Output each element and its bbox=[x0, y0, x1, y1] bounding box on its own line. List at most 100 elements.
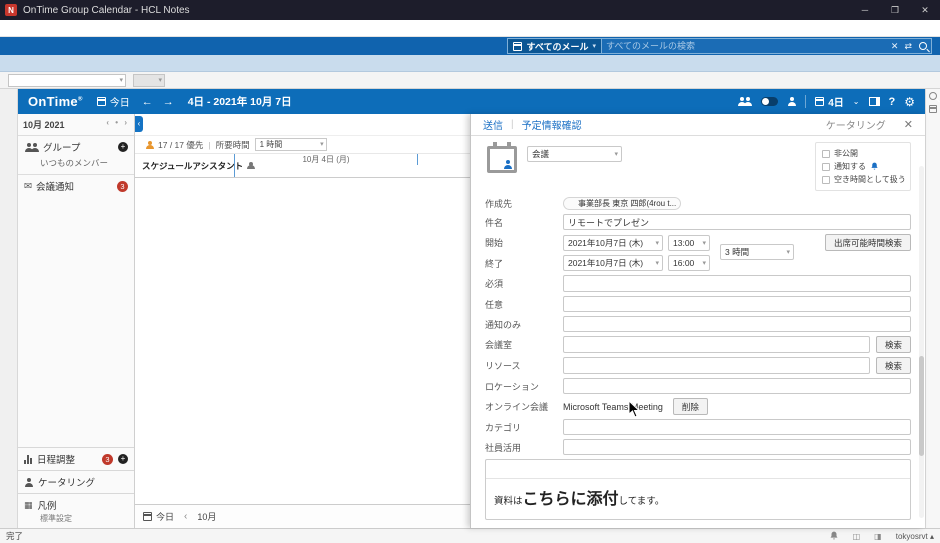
location-input[interactable] bbox=[563, 378, 911, 394]
duration-select[interactable]: 1 時間 bbox=[254, 138, 327, 151]
mail-scope-icon bbox=[513, 41, 523, 51]
body-editor: 資料はこちらに添付してます。 bbox=[485, 459, 911, 520]
editor-body[interactable]: 資料はこちらに添付してます。 bbox=[486, 479, 910, 519]
search-scope-label: すべてのメール bbox=[526, 41, 589, 52]
legend-icon: ▦ bbox=[24, 499, 33, 510]
schedule-header: スケジュールアシスタント 10月 4日 (月) bbox=[135, 154, 470, 178]
created-by-chip[interactable]: 事業部長 東京 四郎(4rou t... bbox=[563, 197, 682, 210]
search-icon[interactable] bbox=[929, 92, 937, 100]
bell-icon[interactable] bbox=[829, 531, 839, 541]
send-button[interactable]: 送信 bbox=[483, 117, 503, 132]
prev-arrow[interactable]: ← bbox=[142, 96, 153, 108]
category-input[interactable] bbox=[563, 419, 911, 435]
collapse-sidebar-button[interactable]: ‹ bbox=[135, 116, 143, 132]
person-count-icon bbox=[145, 140, 154, 149]
window-mode-icon[interactable]: ◫ bbox=[853, 532, 861, 541]
ontime-header: OnTime® 今日 ← → 4日 - 2021年 10月 7日 4日 ⌄ ? … bbox=[18, 89, 925, 114]
end-time-select[interactable]: 16:00 bbox=[668, 255, 710, 271]
subject-input[interactable] bbox=[563, 214, 911, 230]
find-time-button[interactable]: 出席可能時間検索 bbox=[824, 234, 911, 251]
add-scheduling-button[interactable]: + bbox=[118, 454, 128, 464]
mini-cal-title: 10月 2021 bbox=[23, 120, 65, 130]
panel-title: ケータリング bbox=[825, 121, 886, 132]
today-button[interactable]: 今日 bbox=[96, 94, 130, 109]
start-time-select[interactable]: 13:00 bbox=[668, 234, 710, 251]
window-titlebar: N OnTime Group Calendar - HCL Notes ─ ❐ … bbox=[0, 0, 940, 20]
legend-sub[interactable]: 標準設定 bbox=[24, 513, 128, 524]
format-toolbar bbox=[0, 72, 940, 89]
help-button[interactable]: ? bbox=[889, 96, 896, 108]
next-arrow[interactable]: → bbox=[163, 96, 174, 108]
catering-icon bbox=[24, 477, 33, 487]
mini-cal-nav[interactable]: ‹ • › bbox=[106, 118, 129, 131]
delete-online-button[interactable]: 削除 bbox=[672, 398, 708, 415]
maximize-button[interactable]: ❐ bbox=[880, 0, 910, 20]
close-panel-icon[interactable]: ✕ bbox=[904, 118, 913, 131]
tab-bar bbox=[0, 55, 940, 72]
sidebar: 10月 2021 ‹ • › グループ + いつものメンバー ✉ 会議通知 3 日程調整… bbox=[18, 114, 135, 528]
server-name[interactable]: tokyosrvt ▴ bbox=[896, 532, 934, 541]
required-attendees-field[interactable] bbox=[563, 275, 911, 292]
selection-bar: 17 / 17 優先 | 所要時間 1 時間 bbox=[135, 136, 470, 154]
free-time-checkbox[interactable] bbox=[822, 175, 830, 184]
search-scope-dropdown[interactable]: すべてのメール ▾ bbox=[507, 38, 602, 54]
view-selector[interactable]: 4日 bbox=[815, 94, 844, 109]
fyi-input[interactable] bbox=[563, 316, 911, 332]
gear-icon[interactable]: ⚙ bbox=[904, 95, 915, 109]
groups-title: グループ bbox=[43, 143, 81, 154]
right-icon-strip bbox=[925, 89, 940, 528]
panel-toggle-icon[interactable] bbox=[868, 97, 880, 106]
date-strip: 今日 ‹ 10月 bbox=[135, 504, 470, 528]
confirm-info-button[interactable]: 予定情報確認 bbox=[522, 117, 582, 132]
flags-box: 非公開 通知する 空き時間として扱う bbox=[815, 142, 911, 191]
custom-field-input[interactable] bbox=[563, 439, 911, 455]
status-text: 完了 bbox=[6, 531, 24, 541]
sidebar-item-scheduling[interactable]: 日程調整 3 + bbox=[18, 447, 134, 470]
close-button[interactable]: ✕ bbox=[910, 0, 940, 20]
event-type-select[interactable]: 会議 bbox=[527, 146, 622, 162]
rooms-field[interactable] bbox=[563, 336, 870, 353]
notify-checkbox[interactable] bbox=[822, 162, 830, 171]
chevron-down-icon[interactable]: ⌄ bbox=[853, 97, 860, 106]
people-icon[interactable] bbox=[737, 97, 752, 106]
sidebar-item-legend[interactable]: ▦ 凡例 標準設定 bbox=[18, 493, 134, 528]
private-checkbox[interactable] bbox=[822, 149, 830, 158]
resource-search-button[interactable]: 検索 bbox=[875, 357, 911, 374]
calendar-icon[interactable] bbox=[929, 105, 937, 113]
schedule-area: ‹ 17 / 17 優先 | 所要時間 1 時間 スケジュールアシスタント bbox=[135, 114, 470, 528]
bell-icon bbox=[871, 162, 878, 170]
window-mode-icon-2[interactable]: ◨ bbox=[874, 532, 882, 541]
selection-count: 17 / 17 優先 bbox=[158, 139, 204, 150]
ontime-logo: OnTime® bbox=[28, 94, 83, 109]
resources-field[interactable] bbox=[563, 357, 870, 374]
font-select[interactable] bbox=[8, 73, 126, 87]
month-label: 10月 bbox=[197, 512, 217, 522]
view-toggle[interactable] bbox=[761, 97, 779, 106]
swap-icon[interactable]: ⇄ bbox=[904, 41, 912, 52]
sidebar-item-catering[interactable]: ケータリング bbox=[18, 470, 134, 493]
chevron-down-icon: ▾ bbox=[592, 43, 596, 50]
group-icon bbox=[24, 142, 39, 152]
search-icon[interactable] bbox=[919, 42, 927, 50]
duration-label: 所要時間 bbox=[215, 139, 250, 150]
today-button[interactable]: 今日 bbox=[143, 510, 174, 523]
room-search-button[interactable]: 検索 bbox=[875, 336, 911, 353]
calendar-icon bbox=[815, 97, 825, 106]
prev-month-arrow[interactable]: ‹ bbox=[184, 511, 187, 522]
end-date-select[interactable]: 2021年10月7日 (木) bbox=[563, 255, 663, 271]
group-item[interactable]: いつものメンバー bbox=[24, 154, 128, 170]
mail-icon: ✉ bbox=[24, 180, 32, 192]
day-label: 10月 4日 (月) bbox=[235, 154, 418, 165]
add-group-button[interactable]: + bbox=[118, 142, 128, 152]
notifications-section: ✉ 会議通知 3 bbox=[18, 174, 134, 200]
font-size-select[interactable] bbox=[133, 73, 165, 87]
duration-select[interactable]: 3 時間 bbox=[720, 244, 794, 260]
panel-scrollbar[interactable] bbox=[919, 166, 924, 518]
optional-attendees-input[interactable] bbox=[563, 296, 911, 312]
person-icon[interactable] bbox=[787, 97, 796, 106]
clear-search-icon[interactable]: ✕ bbox=[891, 41, 899, 52]
minimize-button[interactable]: ─ bbox=[850, 0, 880, 20]
notes-toolbar: すべてのメール ▾ ✕ ⇄ bbox=[0, 37, 940, 55]
start-date-select[interactable]: 2021年10月7日 (木) bbox=[563, 234, 663, 251]
search-input[interactable] bbox=[606, 41, 885, 51]
